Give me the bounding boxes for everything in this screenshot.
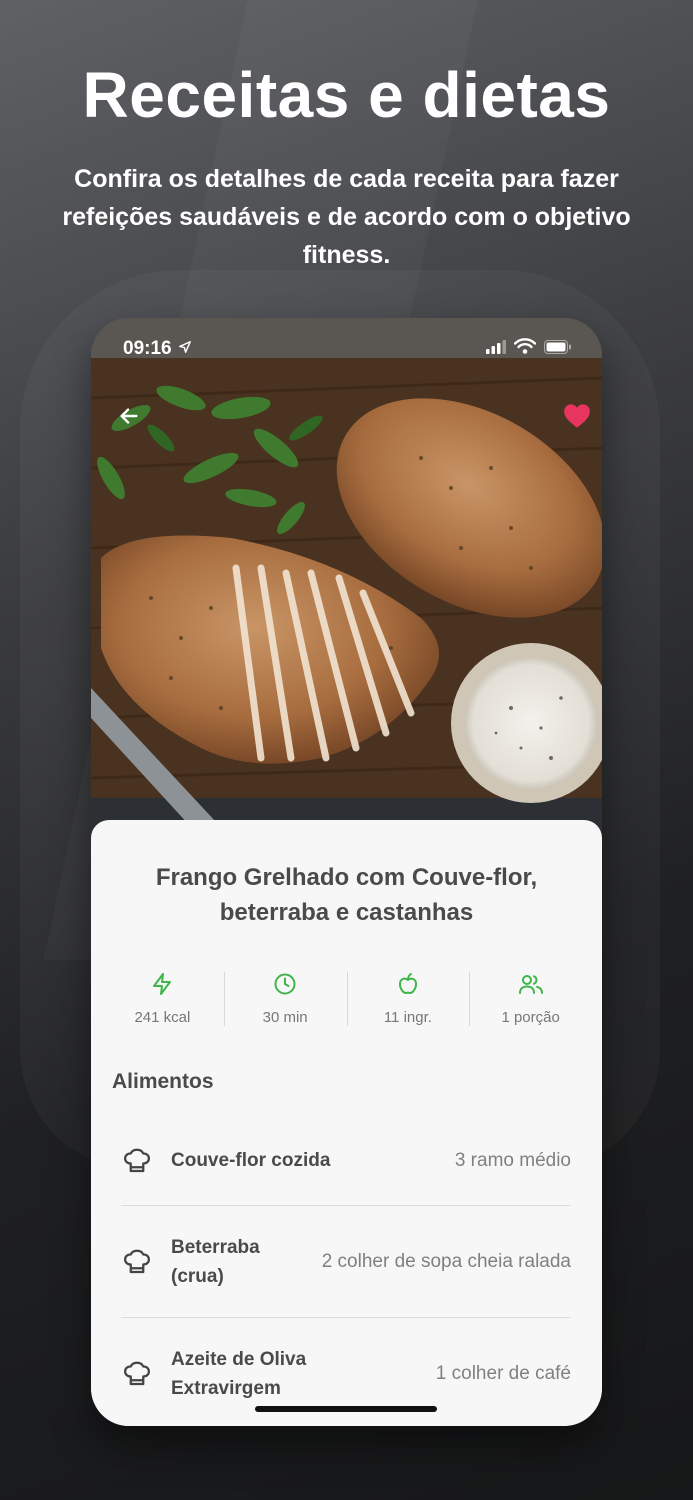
status-time-group: 09:16 [123, 338, 192, 360]
food-quantity: 1 colher de café [435, 1362, 571, 1384]
phone-frame: 09:16 Frango Grelhado com Couve-flor, be… [91, 318, 602, 1426]
heart-icon [563, 403, 591, 434]
chef-hat-icon [121, 1359, 153, 1389]
food-quantity: 2 colher de sopa cheia ralada [321, 1250, 571, 1272]
arrow-left-icon [118, 405, 140, 432]
food-name: Beterraba (crua) [171, 1236, 260, 1287]
stat-servings: 1 porção [469, 972, 592, 1026]
battery-icon [544, 338, 572, 360]
stat-ingredients: 11 ingr. [346, 972, 470, 1026]
food-list: Couve-flor cozida 3 ramo médio Beterraba… [121, 1116, 571, 1426]
wifi-icon [513, 338, 537, 360]
stat-calories-label: 241 kcal [134, 1009, 191, 1026]
users-icon [518, 972, 544, 1001]
status-bar: 09:16 [91, 318, 602, 380]
recipe-details-sheet: Frango Grelhado com Couve-flor, beterrab… [91, 820, 602, 1426]
chef-hat-icon [121, 1247, 153, 1277]
stat-servings-label: 1 porção [501, 1009, 560, 1026]
stat-time-label: 30 min [262, 1009, 308, 1026]
list-item[interactable]: Couve-flor cozida 3 ramo médio [121, 1116, 571, 1206]
status-time: 09:16 [123, 338, 172, 359]
clock-icon [273, 972, 297, 1001]
recipe-stats: 241 kcal 30 min 11 ingr. 1 porção [101, 972, 592, 1026]
recipe-hero-image: 09:16 [91, 318, 602, 838]
back-button[interactable] [113, 402, 145, 434]
status-icons [486, 338, 572, 360]
grilled-chicken-illustration [91, 318, 602, 838]
stat-calories: 241 kcal [101, 972, 224, 1026]
stat-ingredients-label: 11 ingr. [383, 1009, 432, 1026]
stat-time: 30 min [223, 972, 347, 1026]
signal-icon [486, 338, 506, 360]
promo-subtitle: Confira os detalhes de cada receita para… [62, 165, 631, 269]
food-quantity: 3 ramo médio [454, 1149, 571, 1171]
favorite-button[interactable] [561, 402, 593, 434]
chef-hat-icon [121, 1146, 153, 1176]
promo-headline: Receitas e dietas [82, 59, 611, 131]
home-indicator [255, 1406, 437, 1412]
location-arrow-icon [178, 338, 192, 360]
apple-icon [396, 972, 420, 1001]
food-name: Couve-flor cozida [171, 1150, 331, 1171]
food-name: Azeite de Oliva Extravirgem [171, 1348, 307, 1399]
lightning-icon [150, 972, 174, 1001]
recipe-title: Frango Grelhado com Couve-flor, beterrab… [155, 864, 538, 926]
foods-section-title: Alimentos [112, 1070, 214, 1093]
list-item[interactable]: Beterraba (crua) 2 colher de sopa cheia … [121, 1206, 571, 1318]
